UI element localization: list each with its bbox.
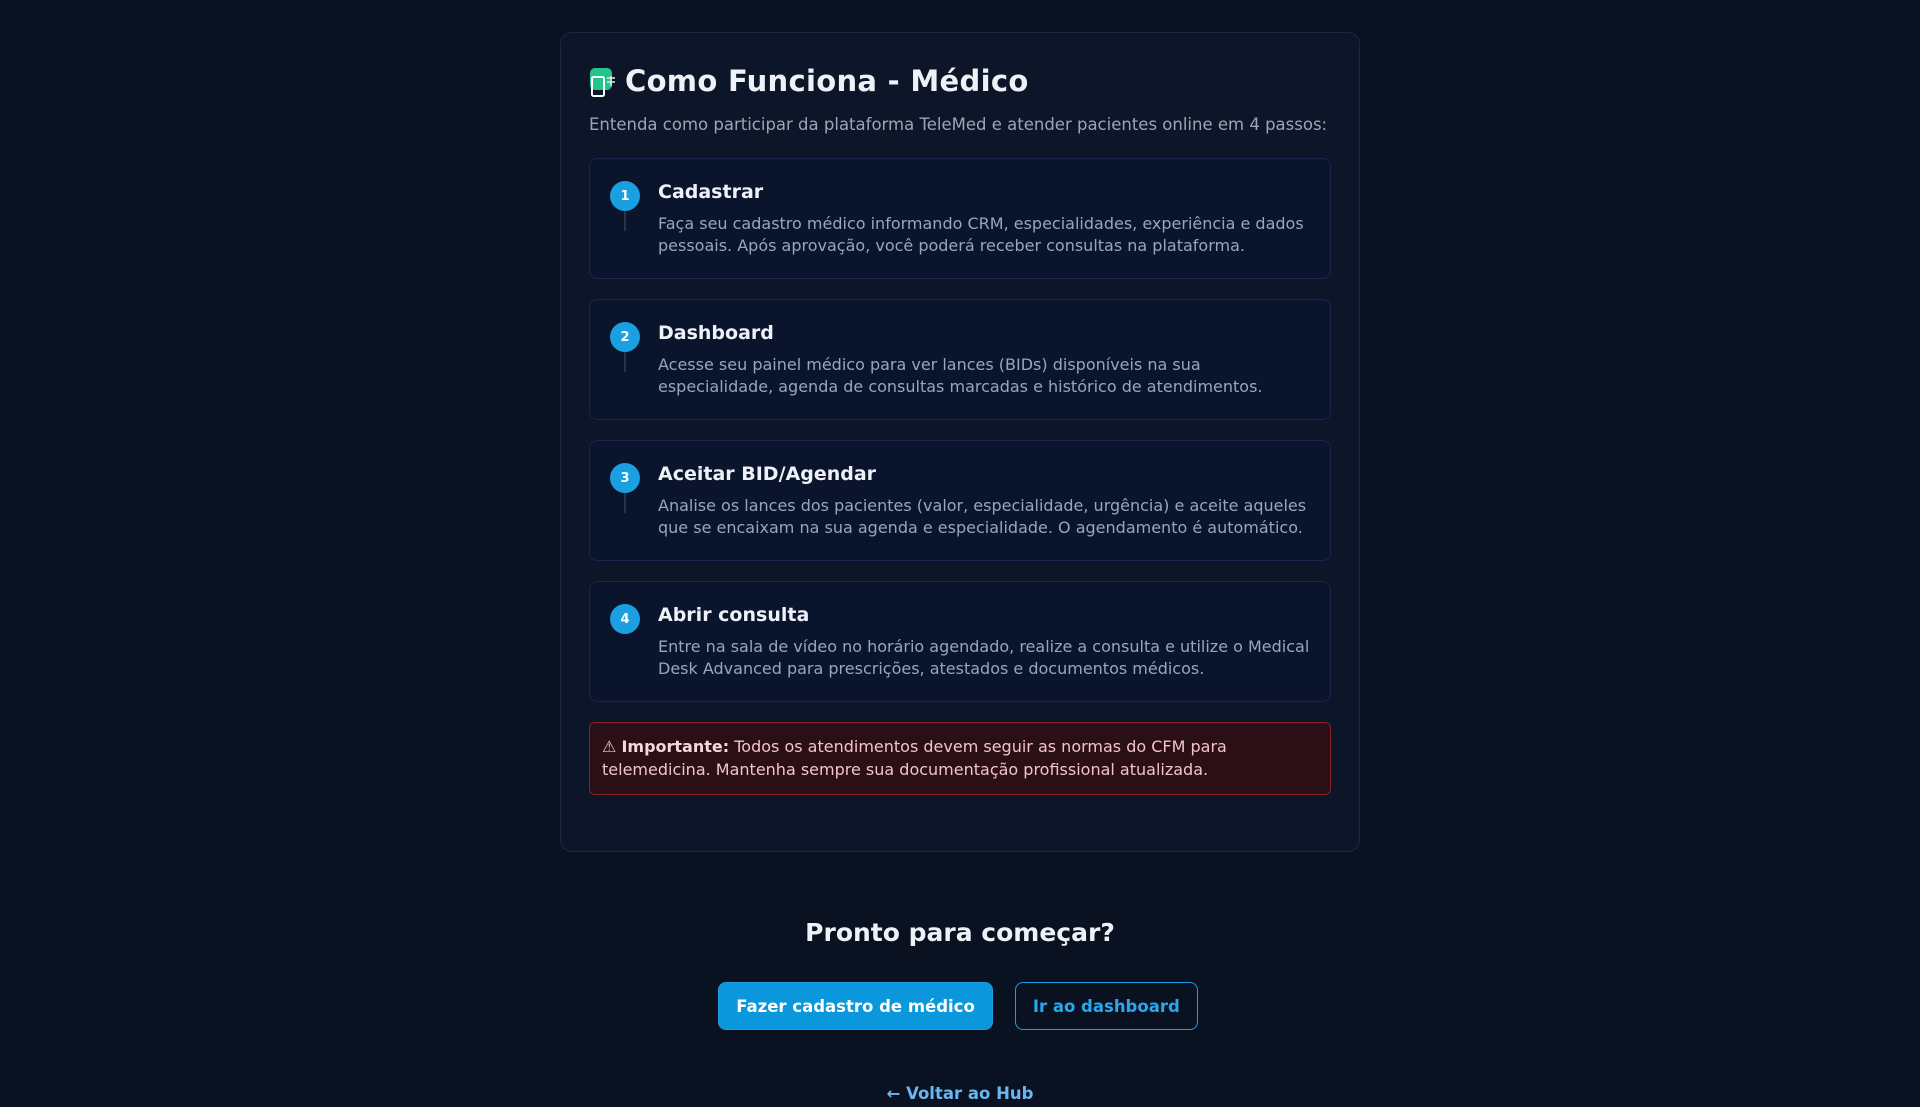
step-title: Abrir consulta bbox=[658, 604, 810, 626]
step-number-badge: 1 bbox=[610, 181, 640, 211]
doctor-phone-icon bbox=[589, 61, 621, 101]
step-description: Faça seu cadastro médico informando CRM,… bbox=[658, 214, 1304, 255]
step-number-badge: 3 bbox=[610, 463, 640, 493]
step-title: Aceitar BID/Agendar bbox=[658, 463, 877, 485]
step-description: Entre na sala de vídeo no horário agenda… bbox=[658, 637, 1310, 678]
important-notice: ⚠ Importante: Todos os atendimentos deve… bbox=[589, 722, 1331, 795]
card-header: Como Funciona - Médico bbox=[589, 61, 1331, 101]
cta-button-group: Fazer cadastro de médico Ir ao dashboard bbox=[0, 982, 1920, 1030]
register-doctor-button[interactable]: Fazer cadastro de médico bbox=[718, 982, 993, 1030]
step-description: Analise os lances dos pacientes (valor, … bbox=[658, 496, 1307, 537]
go-to-dashboard-button[interactable]: Ir ao dashboard bbox=[1014, 982, 1198, 1030]
step-card: 2 Dashboard Acesse seu painel médico par… bbox=[589, 299, 1331, 420]
cta-heading: Pronto para começar? bbox=[805, 918, 1115, 947]
page-title: Como Funciona - Médico bbox=[625, 64, 1029, 98]
how-it-works-card: Como Funciona - Médico Entenda como part… bbox=[560, 32, 1360, 852]
warning-icon: ⚠ bbox=[602, 737, 617, 756]
step-connector bbox=[624, 352, 626, 372]
step-description: Acesse seu painel médico para ver lances… bbox=[658, 355, 1263, 396]
step-card: 4 Abrir consulta Entre na sala de vídeo … bbox=[589, 581, 1331, 702]
step-card: 3 Aceitar BID/Agendar Analise os lances … bbox=[589, 440, 1331, 561]
step-connector bbox=[624, 493, 626, 513]
back-to-hub-link[interactable]: ← Voltar ao Hub bbox=[0, 1084, 1920, 1103]
step-number-badge: 2 bbox=[610, 322, 640, 352]
warning-label: Importante: bbox=[621, 737, 730, 756]
step-number-badge: 4 bbox=[610, 604, 640, 634]
step-title: Dashboard bbox=[658, 322, 774, 344]
step-card: 1 Cadastrar Faça seu cadastro médico inf… bbox=[589, 158, 1331, 279]
step-title: Cadastrar bbox=[658, 181, 764, 203]
steps-list: 1 Cadastrar Faça seu cadastro médico inf… bbox=[589, 158, 1331, 702]
step-connector bbox=[624, 211, 626, 231]
page-subtitle: Entenda como participar da plataforma Te… bbox=[589, 115, 1328, 134]
